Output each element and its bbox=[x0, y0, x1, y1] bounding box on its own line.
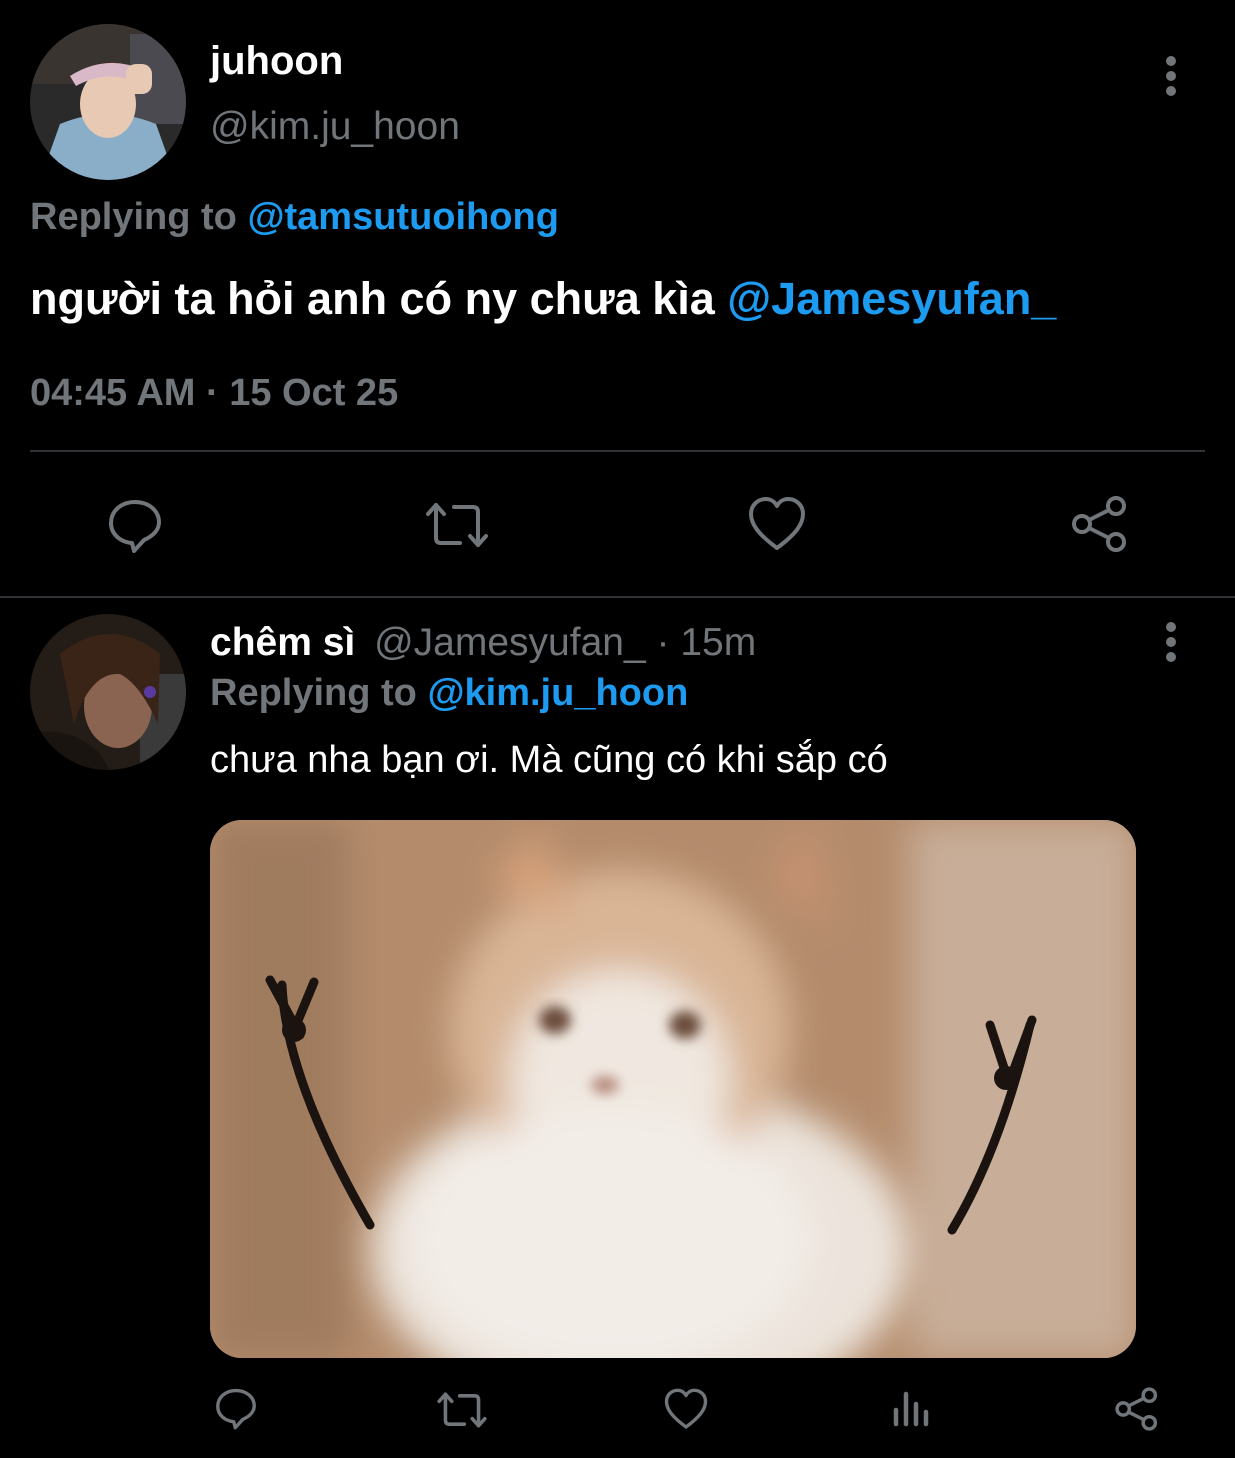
replying-line: Replying to @tamsutuoihong bbox=[30, 194, 559, 240]
like-icon[interactable] bbox=[748, 496, 806, 552]
divider bbox=[0, 596, 1235, 598]
replying-prefix: Replying to bbox=[30, 196, 237, 238]
replying-to-link[interactable]: @tamsutuoihong bbox=[247, 196, 558, 238]
retweet-icon[interactable] bbox=[436, 1390, 488, 1430]
tweet-text: người ta hỏi anh có ny chưa kìa @Jamesyu… bbox=[30, 272, 1056, 326]
author-handle[interactable]: @kim.ju_hoon bbox=[210, 104, 460, 150]
reply-text: chưa nha bạn ơi. Mà cũng có khi sắp có bbox=[210, 739, 888, 781]
replying-line: Replying to @kim.ju_hoon bbox=[210, 670, 688, 716]
divider bbox=[30, 450, 1205, 452]
timestamp: 04:45 AM · 15 Oct 25 bbox=[30, 372, 399, 414]
author-handle[interactable]: @Jamesyufan_ bbox=[374, 621, 646, 664]
separator-dot: · bbox=[656, 621, 670, 664]
reply-icon[interactable] bbox=[106, 496, 164, 554]
reply-header: chêm sì @Jamesyufan_ · 15m bbox=[210, 620, 756, 666]
replying-prefix: Replying to bbox=[210, 672, 417, 714]
time-ago[interactable]: 15m bbox=[680, 621, 756, 664]
avatar[interactable] bbox=[30, 614, 186, 770]
author-name[interactable]: juhoon bbox=[210, 38, 343, 84]
avatar[interactable] bbox=[30, 24, 186, 180]
analytics-icon[interactable] bbox=[890, 1388, 932, 1428]
tweet-body: người ta hỏi anh có ny chưa kìa bbox=[30, 273, 715, 324]
replying-to-link[interactable]: @kim.ju_hoon bbox=[427, 672, 688, 714]
more-vertical-icon[interactable] bbox=[1155, 54, 1187, 98]
mention-link[interactable]: @Jamesyufan_ bbox=[727, 273, 1056, 324]
author-name[interactable]: chêm sì bbox=[210, 621, 355, 664]
retweet-icon[interactable] bbox=[424, 500, 490, 550]
share-icon[interactable] bbox=[1114, 1386, 1160, 1432]
media-image[interactable] bbox=[210, 820, 1136, 1358]
more-vertical-icon[interactable] bbox=[1155, 620, 1187, 664]
reply-icon[interactable] bbox=[214, 1386, 258, 1430]
like-icon[interactable] bbox=[664, 1388, 708, 1430]
share-icon[interactable] bbox=[1070, 494, 1130, 554]
